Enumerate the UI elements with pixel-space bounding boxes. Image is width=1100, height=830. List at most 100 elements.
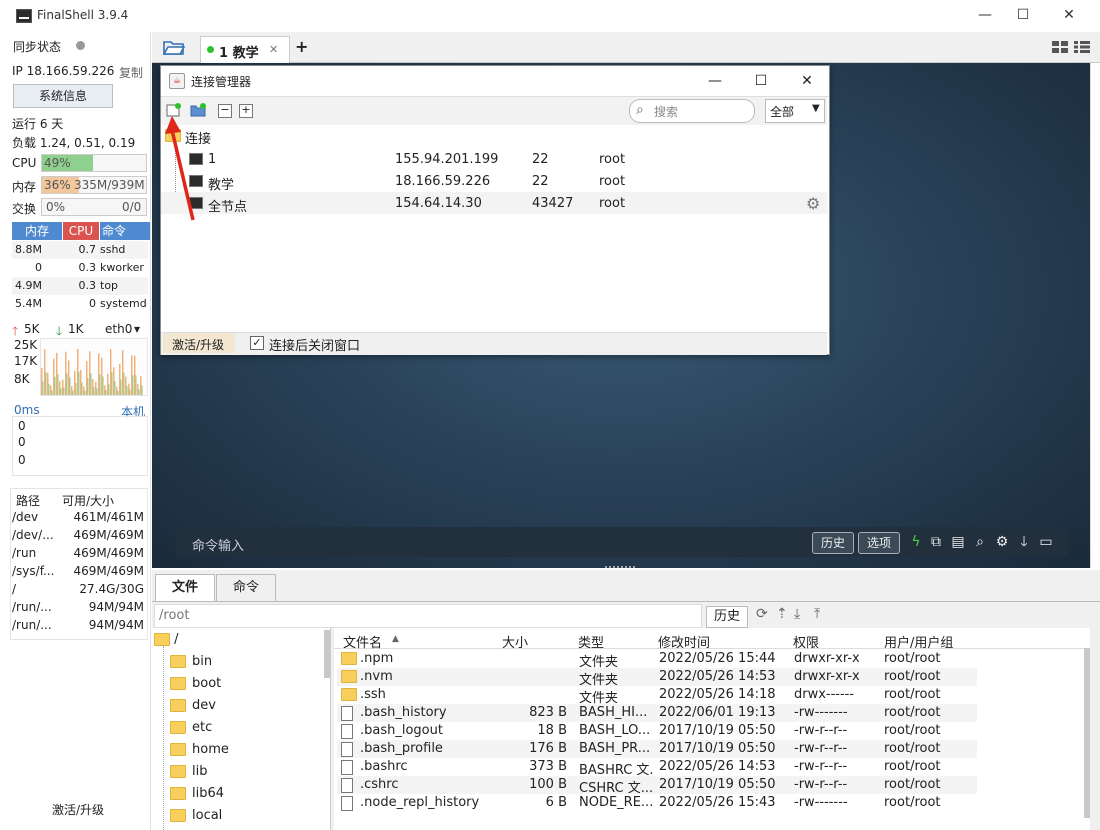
process-row[interactable]: 8.8M 0.7 sshd [12, 241, 148, 259]
net-graph-bar [111, 372, 113, 395]
terminal-side-strip [1090, 63, 1100, 568]
close-after-connect-checkbox[interactable]: ✓ [250, 336, 264, 350]
net-graph-bar [123, 372, 125, 395]
collapse-all-icon[interactable]: − [218, 104, 232, 118]
open-folder-icon[interactable] [162, 38, 186, 56]
path-input[interactable]: /root [154, 604, 702, 628]
proc-header-cmd[interactable]: 命令 [100, 222, 150, 240]
search-icon[interactable]: ⌕ [972, 534, 988, 550]
refresh-icon[interactable]: ⟳ [756, 606, 768, 622]
arrow-down-icon[interactable]: 🡓 [1016, 534, 1032, 550]
file-size: 18 B [537, 723, 567, 738]
grid-layout-icon[interactable] [1052, 41, 1068, 53]
java-icon: ☕ [169, 73, 185, 89]
disk-path: /run/... [12, 618, 52, 632]
file-list-scrollbar[interactable] [1084, 648, 1090, 818]
tree-folder[interactable]: dev [170, 698, 216, 720]
expand-all-icon[interactable]: + [239, 104, 253, 118]
window-icon[interactable]: ▭ [1038, 534, 1054, 550]
parent-dir-icon[interactable]: ⇡ [776, 606, 788, 622]
column-header[interactable]: 类型 [578, 632, 604, 651]
download-icon[interactable]: ⤓ [794, 606, 800, 622]
tree-scrollbar[interactable] [324, 630, 330, 678]
file-row[interactable]: .bash_history 823 B BASH_HI... 2022/06/01 1… [337, 704, 977, 722]
file-name: .bash_history [360, 705, 447, 720]
proc-header-mem[interactable]: 内存 [12, 222, 62, 240]
file-row[interactable]: .cshrc 100 B CSHRC 文... 2017/10/19 05:50 -rw… [337, 776, 977, 796]
search-icon: ⌕ [636, 102, 644, 118]
search-input[interactable]: ⌕ 搜索 [629, 99, 755, 123]
file-perm: -rw-r--r-- [794, 777, 848, 792]
tree-folder[interactable]: lib [170, 764, 207, 786]
proc-header-cpu[interactable]: CPU [63, 222, 99, 240]
net-graph-bar [90, 373, 92, 395]
tree-folder[interactable]: boot [170, 676, 221, 698]
options-button[interactable]: 选项 [858, 532, 900, 554]
column-header[interactable]: 权限 [793, 632, 819, 651]
list-layout-icon[interactable] [1074, 41, 1090, 53]
tree-root[interactable]: / [154, 632, 179, 647]
close-button[interactable]: ✕ [1046, 0, 1092, 32]
net-graph-bar [114, 381, 116, 395]
file-row[interactable]: .bash_logout 18 B BASH_LO... 2017/10/19 05:… [337, 722, 977, 740]
system-info-button[interactable]: 系统信息 [13, 84, 113, 108]
folder-icon [170, 655, 186, 668]
tree-folder[interactable]: home [170, 742, 229, 764]
net-graph-bar [93, 387, 95, 395]
net-graph-bar [134, 355, 136, 395]
gear-icon[interactable]: ⚙ [994, 534, 1010, 550]
upload-icon[interactable]: ⤒ [814, 606, 820, 622]
file-row[interactable]: .node_repl_history 6 B NODE_RE... 2022/05/2… [337, 794, 977, 812]
file-perm: -rw------- [794, 705, 848, 720]
file-row[interactable]: .bashrc 373 B BASHRC 文... 2022/05/26 14:53-… [337, 758, 977, 778]
net-graph-bar [50, 385, 52, 395]
dialog-close-button[interactable]: ✕ [787, 70, 827, 92]
tab-close-icon[interactable]: ✕ [269, 43, 278, 56]
file-type: BASH_PR... [579, 741, 651, 756]
copy-icon[interactable]: ⧉ [928, 534, 944, 550]
column-header[interactable]: 大小 [502, 632, 528, 651]
tree-folder[interactable]: local [170, 808, 222, 830]
process-row[interactable]: 4.9M 0.3 top [12, 277, 148, 295]
filter-select[interactable]: 全部 ▼ [765, 99, 825, 123]
lightning-icon[interactable]: ϟ [908, 534, 924, 550]
command-input[interactable]: 命令输入 [192, 535, 244, 554]
chevron-down-icon[interactable]: ▾ [134, 322, 140, 336]
paste-icon[interactable]: ▤ [950, 534, 966, 550]
file-row[interactable]: .nvm 文件夹 2022/05/26 14:53 drwxr-xr-x root/ro… [337, 668, 977, 688]
dialog-maximize-button[interactable]: ☐ [741, 70, 781, 92]
column-header[interactable]: 文件名 [343, 632, 382, 651]
column-header[interactable]: 用户/用户组 [884, 632, 953, 651]
file-row[interactable]: .npm 文件夹 2022/05/26 15:44 drwxr-xr-x root/ro… [337, 650, 977, 670]
ping-value-3: 0 [18, 453, 26, 467]
mem-label: 内存 [12, 180, 37, 194]
tree-folder[interactable]: bin [170, 654, 212, 676]
file-icon [341, 724, 353, 739]
dialog-minimize-button[interactable]: — [695, 70, 735, 92]
connection-row[interactable]: 1 155.94.201.199 22 root [161, 148, 827, 170]
gear-icon[interactable]: ⚙ [806, 194, 820, 213]
copy-ip-button[interactable]: 复制 [119, 64, 143, 81]
tab-files[interactable]: 文件 [155, 574, 215, 602]
process-row[interactable]: 0 0.3 kworker [12, 259, 148, 277]
add-tab-button[interactable]: + [295, 37, 308, 56]
file-row[interactable]: .bash_profile 176 B BASH_PR... 2017/10/19 0… [337, 740, 977, 758]
tree-folder[interactable]: etc [170, 720, 212, 742]
path-history-button[interactable]: 历史 [706, 606, 748, 628]
tree-folder[interactable]: lib64 [170, 786, 224, 808]
connection-row[interactable]: 全节点 154.64.14.30 43427 root [161, 192, 827, 215]
file-row[interactable]: .ssh 文件夹 2022/05/26 14:18 drwx------ root/ro… [337, 686, 977, 706]
activate-upgrade-link[interactable]: 激活/升级 [52, 801, 104, 818]
tab-session-active[interactable]: 1 教学 ✕ [200, 36, 290, 63]
history-button[interactable]: 历史 [812, 532, 854, 554]
column-header[interactable]: 修改时间 [658, 632, 710, 651]
connection-row[interactable]: 教学 18.166.59.226 22 root [161, 170, 827, 193]
maximize-button[interactable]: ☐ [1000, 0, 1046, 32]
tab-commands[interactable]: 命令 [216, 574, 276, 602]
splitter-handle[interactable] [605, 566, 635, 571]
net-interface-select[interactable]: eth0 [105, 322, 132, 336]
net-graph-bar [122, 350, 124, 395]
dialog-activate-button[interactable]: 激活/升级 [163, 333, 235, 353]
process-row[interactable]: 5.4M 0 systemd [12, 295, 148, 313]
folder-icon [170, 809, 186, 822]
